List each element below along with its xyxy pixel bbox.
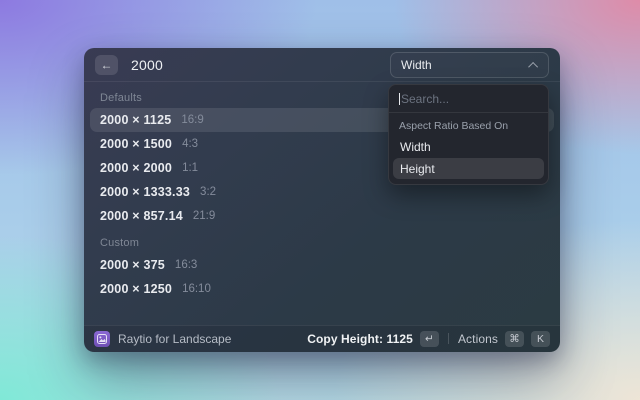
aspect-ratio-dropdown-popover: Search... Aspect Ratio Based On Width He… (388, 84, 549, 185)
raycast-window: ← 2000 Width Defaults 2000 × 1125 16:9 2… (84, 48, 560, 352)
back-button[interactable]: ← (95, 55, 118, 75)
chevron-up-icon (528, 61, 538, 71)
header: ← 2000 Width (84, 48, 560, 82)
raytio-app-icon (94, 331, 110, 347)
section-header-custom: Custom (90, 228, 554, 253)
list-item-title: 2000 × 1125 (100, 113, 171, 127)
k-key-icon: K (531, 331, 550, 347)
back-arrow-icon: ← (101, 55, 113, 75)
desktop-background: ← 2000 Width Defaults 2000 × 1125 16:9 2… (0, 0, 640, 400)
return-key-icon: ↵ (420, 331, 439, 347)
list-item-accessory: 21:9 (193, 210, 215, 222)
footer-divider (448, 333, 449, 344)
dropdown-search-input[interactable]: Search... (389, 85, 548, 112)
copy-height-action[interactable]: Copy Height: 1125 ↵ (307, 331, 439, 347)
list-item[interactable]: 2000 × 375 16:3 (90, 253, 554, 277)
app-name-label: Raytio for Landscape (118, 332, 231, 346)
footer: Raytio for Landscape Copy Height: 1125 ↵… (84, 325, 560, 352)
landscape-image-icon (97, 334, 107, 344)
list-item-accessory: 3:2 (200, 186, 216, 198)
width-value-title: 2000 (131, 57, 163, 73)
list-item-title: 2000 × 857.14 (100, 209, 183, 223)
actions-label: Actions (458, 332, 498, 346)
search-placeholder: Search... (401, 92, 449, 106)
list-item[interactable]: 2000 × 857.14 21:9 (90, 204, 554, 228)
footer-app-info: Raytio for Landscape (94, 331, 231, 347)
list-item-accessory: 16:3 (175, 259, 197, 271)
list-item-accessory: 4:3 (182, 138, 198, 150)
dropdown-selected-value: Width (401, 58, 432, 72)
list-item-accessory: 16:10 (182, 283, 211, 295)
list-item-title: 2000 × 1333.33 (100, 185, 190, 199)
list-item-title: 2000 × 375 (100, 258, 165, 272)
list-item-title: 2000 × 1250 (100, 282, 172, 296)
text-caret (399, 93, 400, 105)
dropdown-option-height[interactable]: Height (393, 158, 544, 179)
aspect-ratio-dropdown-button[interactable]: Width (390, 52, 549, 78)
popover-section-label: Aspect Ratio Based On (389, 113, 548, 135)
cmd-key-icon: ⌘ (505, 331, 524, 347)
list-item-accessory: 1:1 (182, 162, 198, 174)
dropdown-option-width[interactable]: Width (393, 136, 544, 157)
actions-menu-button[interactable]: Actions ⌘ K (458, 331, 550, 347)
footer-actions: Copy Height: 1125 ↵ Actions ⌘ K (307, 331, 550, 347)
list-item-accessory: 16:9 (181, 114, 203, 126)
list-item-title: 2000 × 1500 (100, 137, 172, 151)
list-item[interactable]: 2000 × 1250 16:10 (90, 277, 554, 301)
copy-height-label: Copy Height: 1125 (307, 332, 413, 346)
list-item-title: 2000 × 2000 (100, 161, 172, 175)
